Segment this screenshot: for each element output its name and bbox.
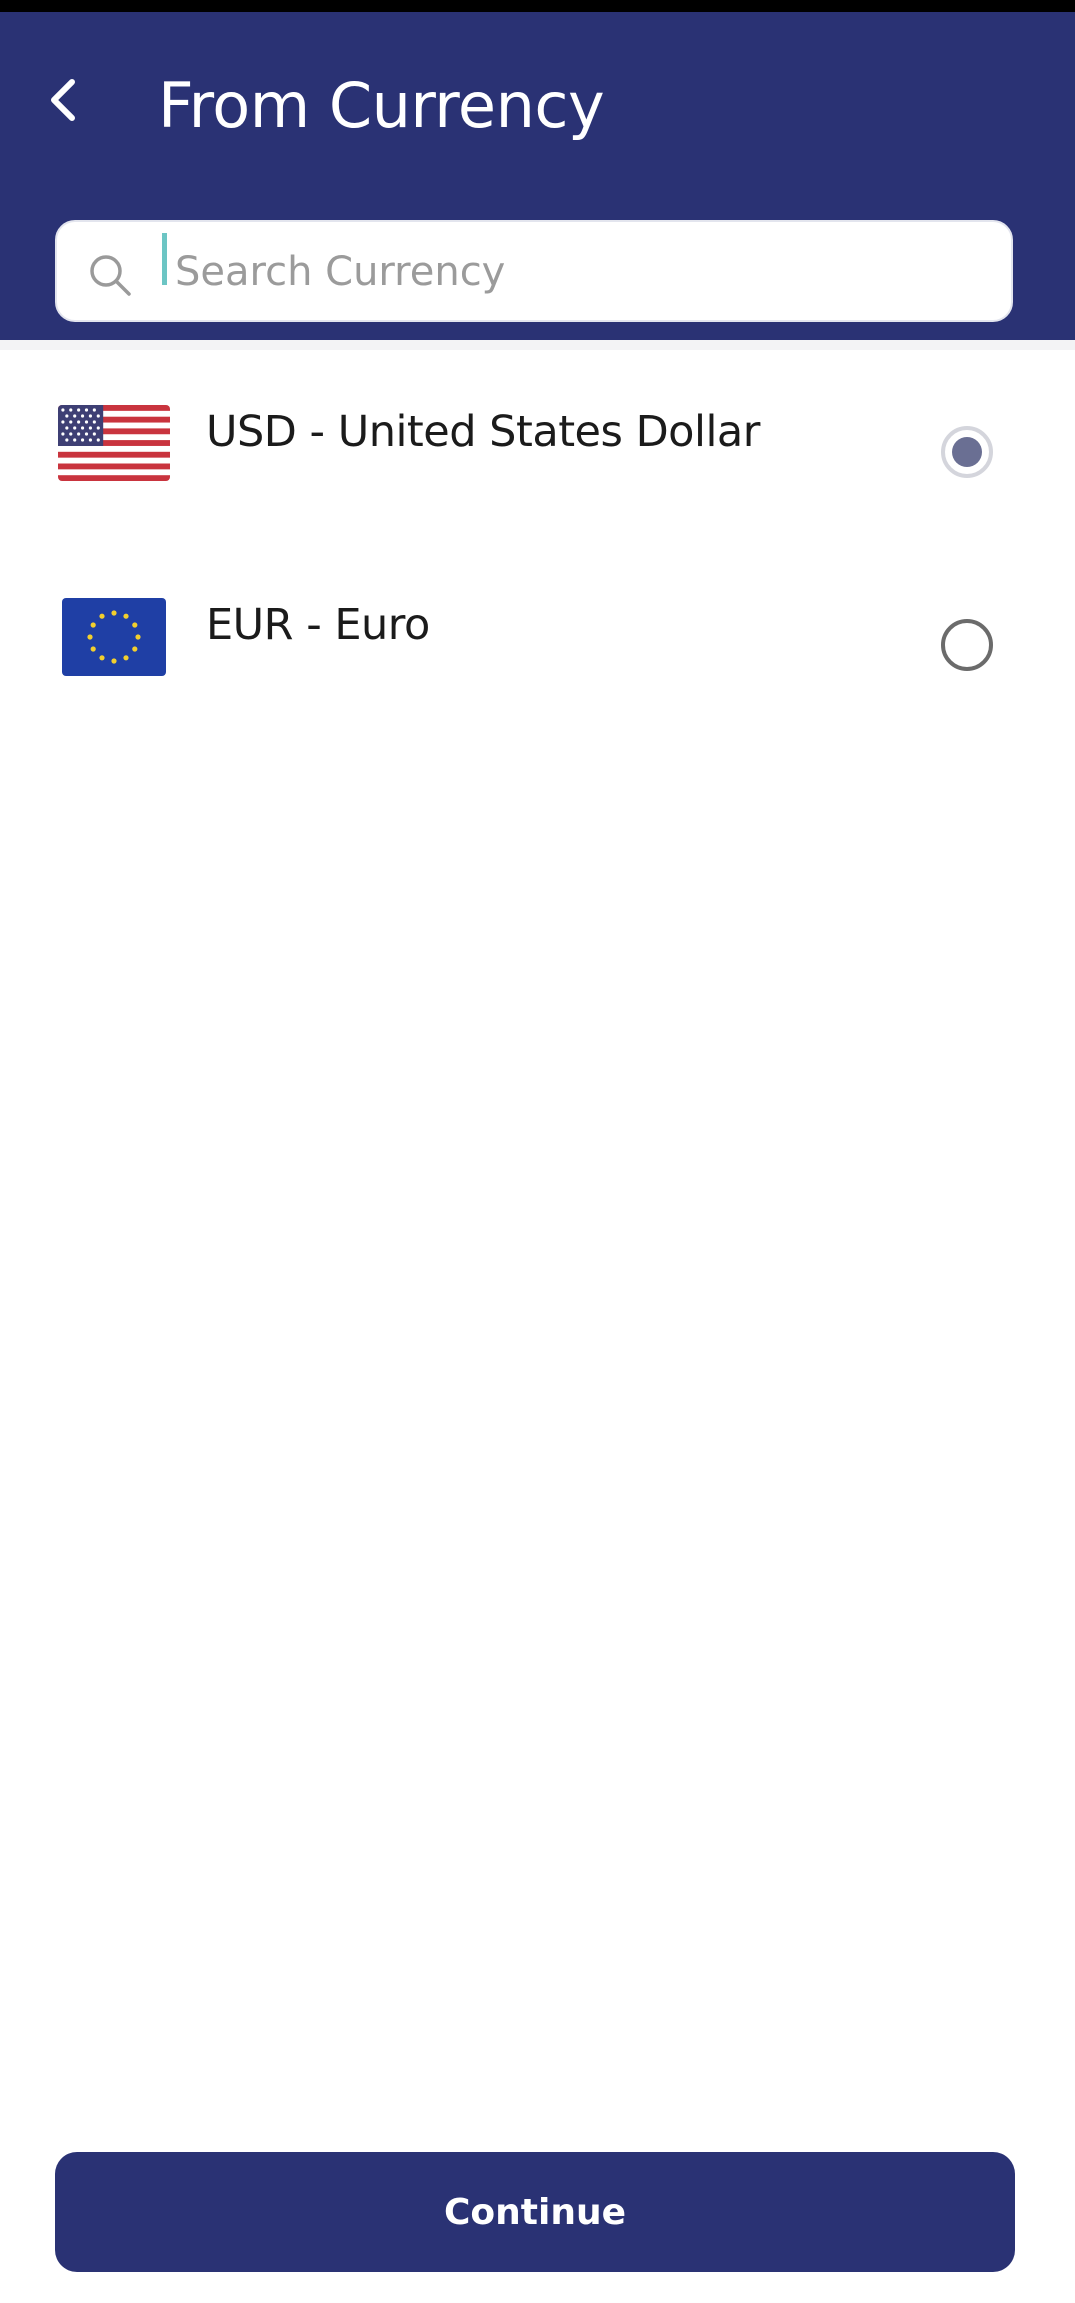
app-bar: From Currency — [0, 12, 1075, 340]
chevron-left-icon — [51, 79, 75, 121]
search-input[interactable] — [167, 238, 995, 306]
text-cursor — [162, 233, 167, 285]
currency-label: USD - United States Dollar — [206, 407, 760, 457]
currency-label: EUR - Euro — [206, 600, 430, 650]
back-button[interactable] — [28, 64, 100, 136]
radio-unselected[interactable] — [941, 619, 993, 671]
currency-picker-screen: From Currency Search Currency USD - Unit… — [0, 0, 1075, 2303]
continue-button[interactable]: Continue — [55, 2152, 1015, 2272]
search-box[interactable] — [55, 220, 1013, 322]
search-icon — [90, 255, 131, 296]
header-divider — [0, 340, 1075, 350]
radio-selected[interactable] — [941, 426, 993, 478]
us-flag-icon — [58, 405, 170, 481]
eu-flag-icon — [62, 598, 166, 676]
page-title: From Currency — [158, 69, 605, 142]
status-bar — [0, 0, 1075, 12]
currency-item-usd[interactable]: USD - United States Dollar — [0, 355, 1075, 545]
currency-item-eur[interactable]: EUR - Euro — [0, 550, 1075, 740]
radio-dot — [952, 437, 982, 467]
